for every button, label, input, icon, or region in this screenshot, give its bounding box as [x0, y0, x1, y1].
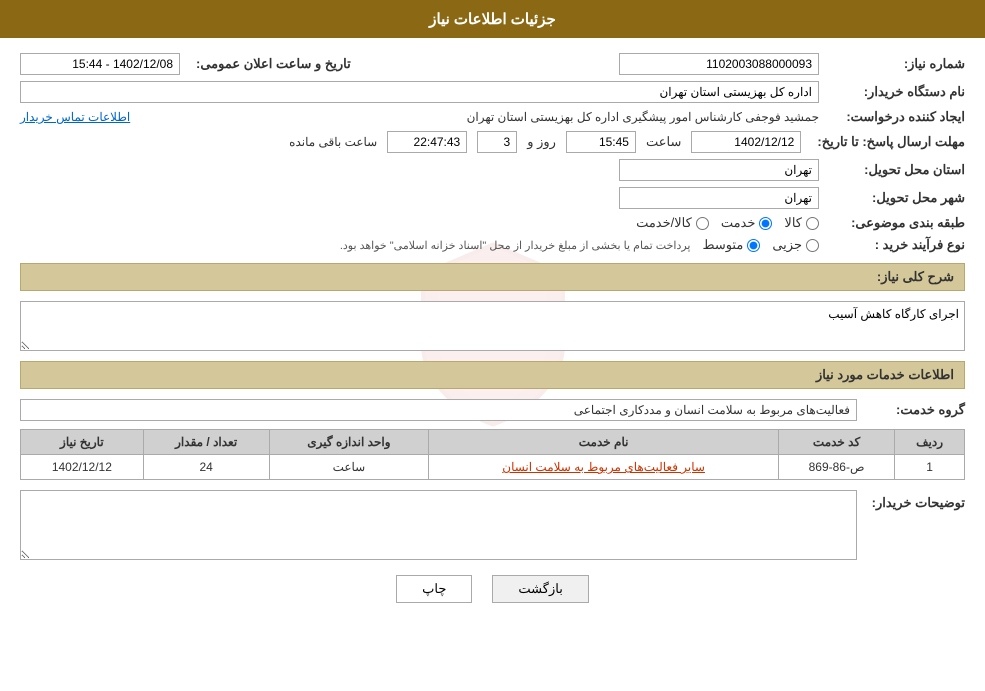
shahr-tahvil-input[interactable] — [619, 187, 819, 209]
tarikh-input[interactable] — [691, 131, 801, 153]
ostan-tahvil-input[interactable] — [619, 159, 819, 181]
cell-radif: 1 — [895, 455, 965, 480]
radio-kala-khedmat[interactable]: کالا/خدمت — [636, 215, 709, 231]
group-service-value: فعالیت‌های مربوط به سلامت انسان و مددکار… — [20, 399, 857, 421]
page-header: جزئیات اطلاعات نیاز — [0, 0, 985, 38]
service-table: ردیف کد خدمت نام خدمت واحد اندازه گیری ت… — [20, 429, 965, 480]
ijad-konande-label: ایجاد کننده درخواست: — [825, 109, 965, 125]
radio-kala-label: کالا — [784, 215, 802, 231]
tabaqe-radio-group: کالا خدمت کالا/خدمت — [20, 215, 819, 231]
saat-input[interactable] — [566, 131, 636, 153]
ettelaat-tamas-link[interactable]: اطلاعات تماس خریدار — [20, 110, 130, 124]
table-row: 1 ص-86-869 سایر فعالیت‌های مربوط به سلام… — [21, 455, 965, 480]
radio-jozi-label: جزیی — [772, 237, 802, 253]
radio-kala[interactable]: کالا — [784, 215, 819, 231]
nooe-farayand-label: نوع فرآیند خرید : — [825, 237, 965, 253]
col-name: نام خدمت — [429, 430, 779, 455]
tabaqe-bandi-label: طبقه بندی موضوعی: — [825, 215, 965, 231]
shahr-tahvil-label: شهر محل تحویل: — [825, 190, 965, 206]
cell-date: 1402/12/12 — [21, 455, 144, 480]
cell-code: ص-86-869 — [779, 455, 895, 480]
radio-khedmat-label: خدمت — [721, 215, 756, 231]
col-code: کد خدمت — [779, 430, 895, 455]
back-button[interactable]: بازگشت — [492, 575, 588, 603]
rooz-label: روز و — [527, 134, 556, 150]
bottom-buttons: بازگشت چاپ — [20, 575, 965, 603]
radio-motavaset-label: متوسط — [702, 237, 743, 253]
nam-dastgah-input[interactable] — [20, 81, 819, 103]
group-service-row: گروه خدمت: فعالیت‌های مربوط به سلامت انس… — [20, 399, 965, 421]
sharh-textarea[interactable]: اجرای کارگاه کاهش آسیب — [20, 301, 965, 351]
shomara-niaz-input[interactable] — [619, 53, 819, 75]
ostan-tahvil-label: استان محل تحویل: — [825, 162, 965, 178]
nam-dastgah-label: نام دستگاه خریدار: — [825, 84, 965, 100]
farayand-note: پرداخت تمام یا بخشی از مبلغ خریدار از مح… — [340, 239, 691, 252]
radio-jozi[interactable]: جزیی — [772, 237, 819, 253]
col-count: تعداد / مقدار — [143, 430, 269, 455]
col-date: تاریخ نیاز — [21, 430, 144, 455]
tarikh-elaan-input[interactable] — [20, 53, 180, 75]
sharh-section-title: شرح کلی نیاز: — [20, 263, 965, 291]
radio-khedmat[interactable]: خدمت — [721, 215, 773, 231]
cell-count: 24 — [143, 455, 269, 480]
saat-label: ساعت — [646, 134, 681, 150]
mohlat-ersal-label: مهلت ارسال پاسخ: تا تاریخ: — [807, 134, 965, 150]
tawsifat-label: توضیحات خریدار: — [865, 490, 965, 511]
tawsifat-textarea[interactable] — [20, 490, 857, 560]
radio-kala-khedmat-label: کالا/خدمت — [636, 215, 692, 231]
cell-unit: ساعت — [269, 455, 429, 480]
group-service-label: گروه خدمت: — [865, 402, 965, 418]
radio-motavaset[interactable]: متوسط — [702, 237, 760, 253]
rooz-input[interactable] — [477, 131, 517, 153]
ijad-konande-value: جمشید فوجفی کارشناس امور پیشگیری اداره ک… — [146, 110, 819, 124]
baqi-manda-label: ساعت باقی مانده — [289, 135, 377, 149]
khadamat-section-title: اطلاعات خدمات مورد نیاز — [20, 361, 965, 389]
print-button[interactable]: چاپ — [396, 575, 472, 603]
shomara-niaz-label: شماره نیاز: — [825, 56, 965, 72]
cell-name: سایر فعالیت‌های مربوط به سلامت انسان — [429, 455, 779, 480]
baqi-manda-input[interactable] — [387, 131, 467, 153]
col-unit: واحد اندازه گیری — [269, 430, 429, 455]
header-title: جزئیات اطلاعات نیاز — [429, 11, 556, 28]
col-radif: ردیف — [895, 430, 965, 455]
tarikh-elaan-label: تاریخ و ساعت اعلان عمومی: — [186, 56, 351, 72]
